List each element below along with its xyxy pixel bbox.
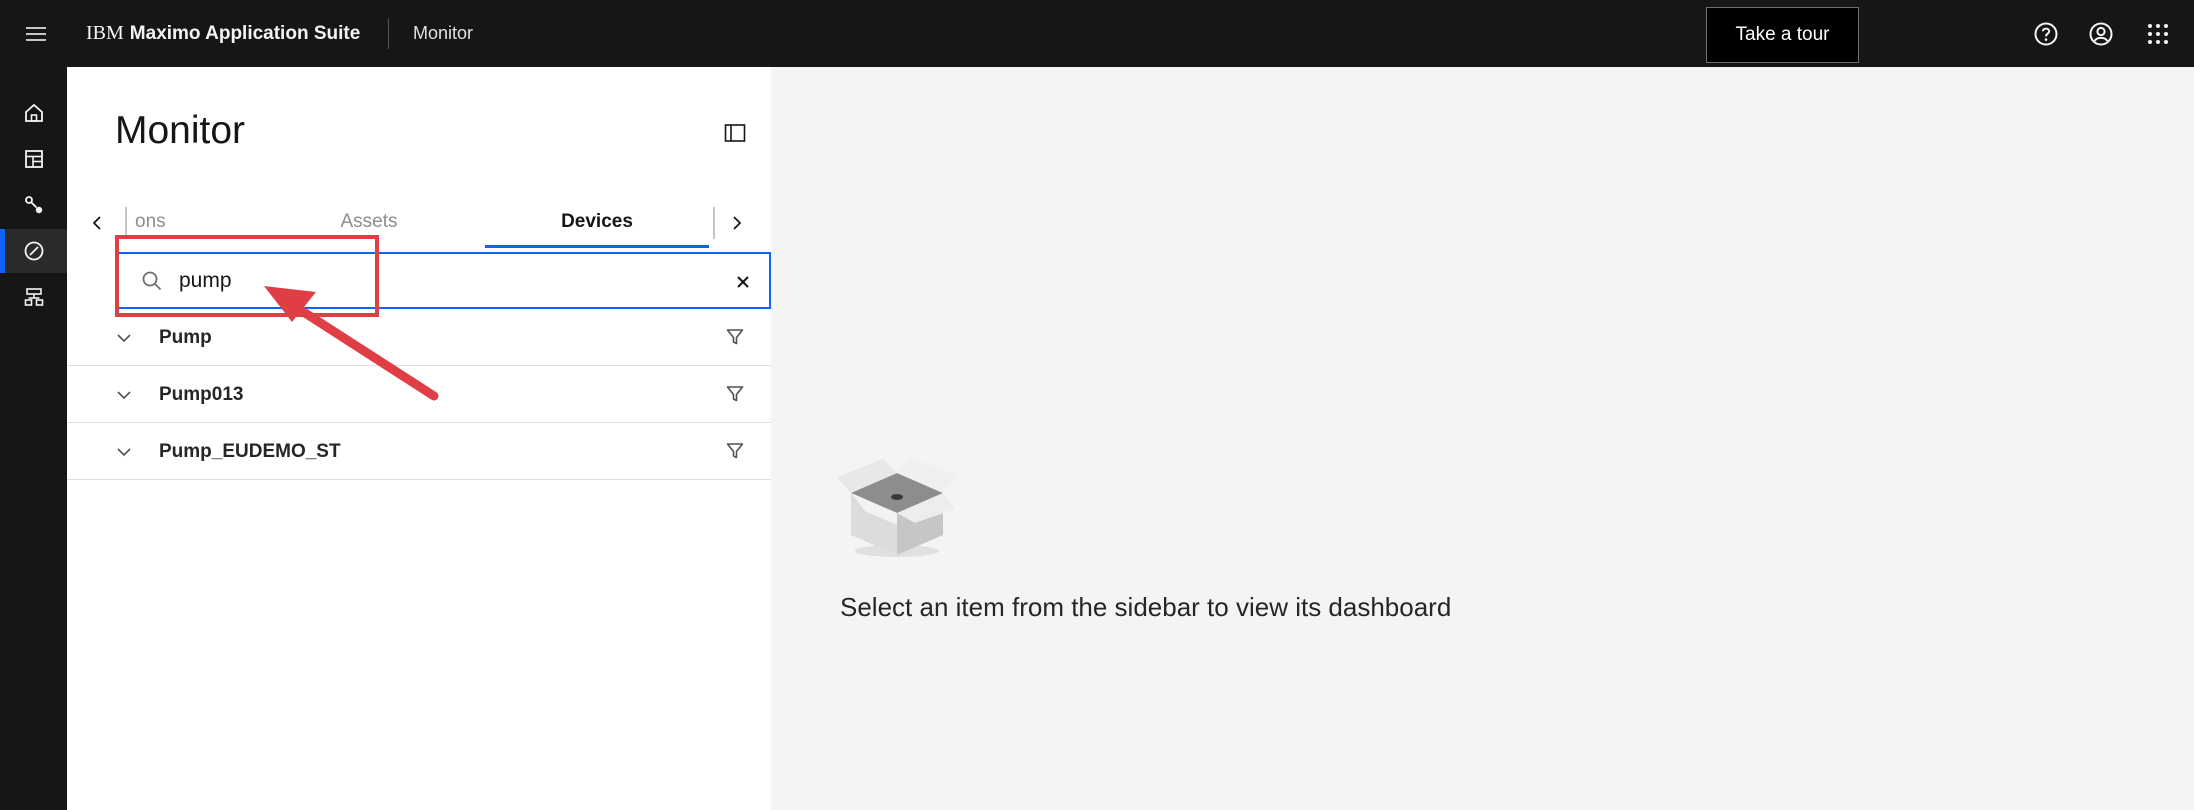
tab-assets[interactable]: Assets (289, 198, 449, 248)
chevron-left-icon (92, 216, 101, 230)
take-a-tour-button[interactable]: Take a tour (1706, 7, 1859, 63)
empty-box-icon (837, 457, 957, 557)
search-icon (139, 268, 165, 294)
side-panel-icon (724, 124, 746, 142)
brand-prefix: IBM (86, 22, 124, 44)
chevron-down-icon[interactable] (113, 327, 135, 349)
rail-item-connections[interactable] (0, 183, 67, 227)
filter-icon[interactable] (721, 380, 749, 408)
list-item-label: Pump_EUDEMO_ST (159, 440, 341, 462)
chevron-down-icon[interactable] (113, 441, 135, 463)
list-item-label: Pump (159, 326, 212, 348)
chevron-right-icon (733, 216, 742, 230)
filter-icon[interactable] (721, 437, 749, 465)
tab-scroll-left-button[interactable] (67, 198, 127, 248)
tab-scroll-right-button[interactable] (707, 198, 767, 248)
rail-item-dashboard[interactable] (0, 137, 67, 181)
empty-state-message: Select an item from the sidebar to view … (840, 592, 1452, 622)
brand-product: Maximo Application Suite (129, 22, 361, 44)
left-nav-rail (0, 67, 67, 810)
collapse-panel-button[interactable] (719, 117, 751, 149)
close-icon (737, 276, 749, 288)
list-item[interactable]: Pump013 (67, 366, 771, 423)
app-name: Monitor (413, 23, 474, 43)
menu-icon[interactable] (16, 14, 56, 54)
tab-scroll-divider (125, 207, 127, 239)
device-search-box (115, 252, 771, 309)
clear-search-button[interactable] (725, 264, 761, 300)
app-switcher-icon[interactable] (2138, 14, 2178, 54)
rail-item-home[interactable] (0, 91, 67, 135)
help-icon[interactable] (2026, 14, 2066, 54)
tab-locations[interactable]: ons (129, 198, 219, 248)
panel-title: Monitor (115, 109, 246, 152)
monitor-side-panel: Monitor ons Assets Devices Pump Pump013 … (67, 67, 771, 810)
list-item-label: Pump013 (159, 383, 244, 405)
list-item[interactable]: Pump (67, 309, 771, 366)
user-avatar-icon[interactable] (2081, 14, 2121, 54)
search-input[interactable] (179, 262, 719, 300)
chevron-down-icon[interactable] (113, 384, 135, 406)
connections-icon (24, 196, 42, 214)
dashboard-icon (24, 150, 43, 168)
filter-icon[interactable] (721, 323, 749, 351)
top-header: IBM Maximo Application Suite Monitor Tak… (0, 0, 2194, 67)
product-brand[interactable]: IBM Maximo Application Suite (86, 0, 360, 67)
tab-devices[interactable]: Devices (485, 198, 709, 248)
hierarchy-icon (24, 288, 43, 306)
monitor-compass-icon (24, 241, 43, 261)
rail-item-hierarchy[interactable] (0, 275, 67, 319)
list-item[interactable]: Pump_EUDEMO_ST (67, 423, 771, 480)
rail-item-monitor[interactable] (0, 229, 67, 273)
header-divider (388, 18, 389, 49)
home-icon (24, 103, 43, 122)
